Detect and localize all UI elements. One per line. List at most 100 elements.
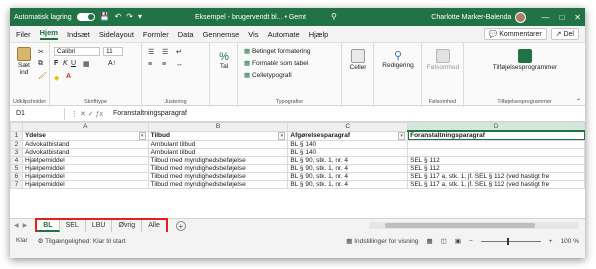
tab-view[interactable]: Vis — [248, 30, 258, 39]
column-header-d[interactable]: D — [407, 122, 585, 132]
format-as-table-button[interactable]: ▦ Formatér som tabel — [244, 59, 308, 67]
close-icon[interactable]: ✕ — [574, 13, 581, 22]
cell[interactable]: Hjælpemiddel — [21, 179, 149, 189]
tab-automate[interactable]: Automate — [268, 30, 300, 39]
cell[interactable]: SEL § 117 a, stk. 1, jf. SEL § 112 (ved … — [407, 171, 585, 181]
format-painter-icon[interactable]: 🖌 — [38, 72, 47, 80]
cell[interactable]: Hjælpemiddel — [21, 163, 149, 173]
cell[interactable]: SEL § 112 — [407, 163, 585, 173]
cell[interactable]: Afgørelsesparagraf ▾ — [287, 130, 409, 141]
cell[interactable]: BL § 90, stk. 1, nr. 4 — [287, 171, 409, 181]
row-header[interactable]: 1 — [10, 130, 23, 141]
italic-button[interactable]: K — [63, 60, 68, 67]
sheet-tab-ovrig[interactable]: Øvrig — [112, 219, 143, 232]
cell[interactable]: Ambulant tilbud — [147, 147, 289, 157]
tab-home[interactable]: Hjem — [39, 28, 58, 40]
paste-button[interactable]: Sæt ind — [14, 47, 34, 76]
active-cell[interactable]: Foranstaltningsparagraf — [407, 130, 585, 141]
fx-icon[interactable]: ⋮ ✕ ✓ ƒx — [65, 110, 109, 118]
cell[interactable]: Advokatbistand — [21, 139, 149, 149]
comments-button[interactable]: 💬 Kommentarer — [483, 28, 547, 40]
column-header-a[interactable]: A — [21, 122, 149, 132]
name-box[interactable]: D1 — [13, 107, 65, 120]
tab-help[interactable]: Hjælp — [309, 30, 329, 39]
cell[interactable]: Ambulant tilbud — [147, 139, 289, 149]
tab-insert[interactable]: Indsæt — [67, 30, 90, 39]
search-icon[interactable]: ⚲ — [331, 13, 337, 21]
collapse-ribbon-icon[interactable]: ⌃ — [576, 98, 581, 105]
cut-icon[interactable]: ✂ — [38, 48, 44, 56]
row-header[interactable]: 7 — [10, 179, 23, 189]
cell[interactable]: SEL § 112 — [407, 155, 585, 165]
document-title[interactable]: Eksempel - brugervendt bl... • Gemt — [195, 14, 306, 21]
cell[interactable]: Hjælpemiddel — [21, 155, 149, 165]
cell-styles-button[interactable]: ▦ Celletypografi — [244, 71, 292, 79]
grow-font-icon[interactable]: A↑ — [108, 60, 116, 67]
filter-dropdown-icon[interactable]: ▾ — [398, 132, 406, 139]
tab-formulas[interactable]: Formler — [143, 30, 169, 39]
font-name-select[interactable]: Calibri — [54, 47, 100, 56]
wrap-text-icon[interactable]: ↵ — [176, 48, 182, 56]
cell[interactable]: BL § 140 — [287, 147, 409, 157]
row-header[interactable]: 6 — [10, 171, 23, 181]
avatar[interactable] — [515, 11, 527, 23]
cell[interactable]: Hjælpemiddel — [21, 171, 149, 181]
undo-icon[interactable]: ↶ — [115, 13, 122, 21]
cell[interactable]: SEL § 117 a, stk. 1, jf. SEL § 112 (ved … — [407, 179, 585, 189]
sheet-tab-lbu[interactable]: LBU — [86, 219, 113, 232]
left-align-icon[interactable]: ≡ — [148, 61, 152, 68]
cell[interactable]: BL § 140 — [287, 139, 409, 149]
row-header[interactable]: 5 — [10, 163, 23, 173]
cell[interactable] — [407, 147, 585, 157]
select-all-corner[interactable] — [10, 122, 23, 132]
font-size-select[interactable]: 11 — [103, 47, 123, 56]
save-icon[interactable]: 💾 — [100, 13, 110, 21]
page-break-view-icon[interactable]: ▣ — [455, 237, 461, 245]
cell[interactable]: Ydelse ▾ — [21, 130, 149, 141]
row-header[interactable]: 2 — [10, 139, 23, 149]
page-layout-view-icon[interactable]: ◫ — [441, 237, 447, 245]
filter-dropdown-icon[interactable]: ▾ — [138, 132, 146, 139]
cell[interactable]: BL § 90, stk. 1, nr. 4 — [287, 155, 409, 165]
middle-align-icon[interactable]: ☰ — [162, 48, 168, 56]
user-account[interactable]: Charlotte Marker-Balenda — [431, 11, 527, 23]
copy-icon[interactable]: ⧉ — [38, 60, 43, 68]
cells-button[interactable]: Celler — [346, 49, 370, 71]
tab-file[interactable]: Filer — [16, 30, 31, 39]
minimize-icon[interactable]: — — [541, 13, 549, 22]
zoom-slider[interactable] — [480, 237, 541, 245]
cell[interactable]: Tilbud med myndighedsbeføjelse — [147, 155, 289, 165]
cell[interactable]: BL § 90, stk. 1, nr. 4 — [287, 179, 409, 189]
font-color-icon[interactable]: A — [66, 73, 71, 80]
borders-icon[interactable]: ▦ — [83, 60, 90, 68]
sensitivity-button[interactable]: Følsomhed — [424, 49, 462, 71]
formula-input[interactable]: Foranstaltningsparagraf — [109, 110, 187, 117]
row-header[interactable]: 3 — [10, 147, 23, 157]
redo-icon[interactable]: ↷ — [126, 13, 133, 21]
sheet-tab-bl[interactable]: BL — [37, 219, 60, 232]
sheet-tab-alle[interactable]: Alle — [142, 220, 166, 232]
cell[interactable]: Tilbud ▾ — [147, 130, 289, 141]
prev-sheet-icon[interactable]: ◀ — [14, 222, 19, 229]
underline-button[interactable]: U — [71, 60, 76, 67]
normal-view-icon[interactable]: ▦ — [427, 237, 433, 245]
qat-dropdown-icon[interactable]: ▾ — [138, 13, 142, 21]
filter-dropdown-icon[interactable]: ▾ — [278, 132, 286, 139]
fill-color-icon[interactable]: ◆ — [54, 74, 59, 82]
number-format-button[interactable]: % Tal — [214, 51, 234, 70]
zoom-level[interactable]: 100 % — [561, 238, 579, 245]
merge-icon[interactable]: ↔ — [176, 61, 183, 68]
addins-button[interactable]: Tilføjelsesprogrammer — [470, 49, 580, 71]
autosave-toggle[interactable] — [76, 13, 95, 21]
cell[interactable]: BL § 90, stk. 1, nr. 4 — [287, 163, 409, 173]
tab-data[interactable]: Data — [178, 30, 194, 39]
accessibility-status[interactable]: ⚙ Tilgængelighed: Klar til start — [38, 237, 126, 245]
conditional-formatting-button[interactable]: ▦ Betinget formatering — [244, 47, 311, 55]
cell[interactable]: Advokatbistand — [21, 147, 149, 157]
center-align-icon[interactable]: ≡ — [162, 61, 166, 68]
row-header[interactable]: 4 — [10, 155, 23, 165]
zoom-out-icon[interactable]: − — [469, 238, 473, 245]
cell[interactable] — [407, 139, 585, 149]
tab-review[interactable]: Gennemse — [203, 30, 240, 39]
horizontal-scrollbar[interactable] — [369, 222, 579, 229]
